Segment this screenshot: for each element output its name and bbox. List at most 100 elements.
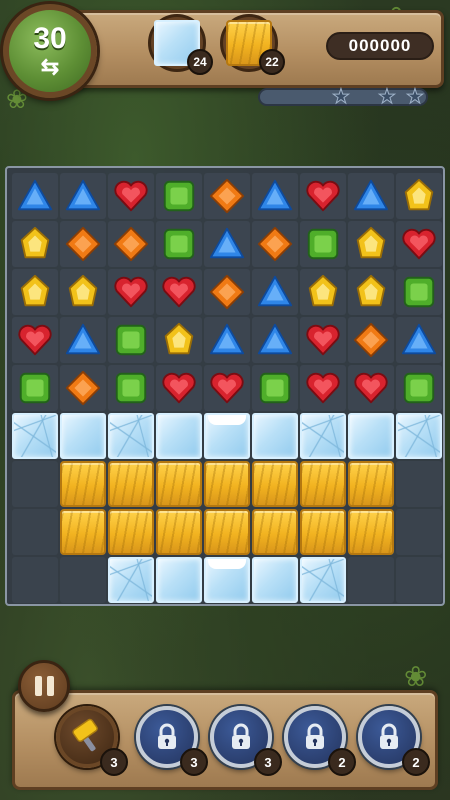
- board-cell[interactable]: [396, 221, 442, 267]
- board-cell[interactable]: [108, 221, 154, 267]
- board-cell[interactable]: [300, 461, 346, 507]
- board-cell[interactable]: [60, 317, 106, 363]
- board-cell[interactable]: [204, 365, 250, 411]
- board-cell[interactable]: [156, 221, 202, 267]
- board-cell[interactable]: [204, 269, 250, 315]
- lock-icon: [158, 723, 176, 749]
- booster-locked-4[interactable]: 2: [284, 706, 356, 776]
- board-cell[interactable]: [204, 173, 250, 219]
- board-cell[interactable]: [60, 173, 106, 219]
- booster-locked-3[interactable]: 3: [210, 706, 282, 776]
- wood-block-tile: [252, 461, 298, 507]
- board-cell[interactable]: [300, 557, 346, 603]
- board-cell[interactable]: [348, 365, 394, 411]
- board-cell[interactable]: [156, 557, 202, 603]
- board-cell[interactable]: [60, 461, 106, 507]
- board-cell[interactable]: [396, 317, 442, 363]
- wood-block-tile: [156, 461, 202, 507]
- board-cell[interactable]: [156, 365, 202, 411]
- board-cell[interactable]: [252, 269, 298, 315]
- board-cell[interactable]: [156, 509, 202, 555]
- board-cell: [12, 509, 58, 555]
- board-cell[interactable]: [12, 413, 58, 459]
- board-cell[interactable]: [108, 365, 154, 411]
- board-cell[interactable]: [300, 173, 346, 219]
- green-square-gem-icon: [307, 228, 339, 260]
- board-cell[interactable]: [12, 365, 58, 411]
- board-cell[interactable]: [204, 317, 250, 363]
- yellow-drop-gem-icon: [20, 226, 50, 259]
- board-cell[interactable]: [108, 317, 154, 363]
- board-cell[interactable]: [156, 317, 202, 363]
- board-cell[interactable]: [300, 221, 346, 267]
- board-cell[interactable]: [108, 413, 154, 459]
- board-cell[interactable]: [300, 509, 346, 555]
- board-cell[interactable]: [156, 413, 202, 459]
- board-cell[interactable]: [252, 557, 298, 603]
- board-cell[interactable]: [156, 173, 202, 219]
- board-cell[interactable]: [156, 461, 202, 507]
- board-cell[interactable]: [108, 173, 154, 219]
- ice-block-tile: [348, 413, 394, 459]
- board-cell[interactable]: [348, 269, 394, 315]
- board-cell[interactable]: [12, 221, 58, 267]
- board-cell[interactable]: [60, 509, 106, 555]
- board-cell[interactable]: [348, 413, 394, 459]
- board-cell[interactable]: [108, 461, 154, 507]
- green-square-gem-icon: [403, 276, 435, 308]
- board-cell[interactable]: [348, 173, 394, 219]
- orange-diamond-gem-icon: [257, 226, 293, 262]
- board-cell[interactable]: [252, 509, 298, 555]
- board-cell[interactable]: [60, 269, 106, 315]
- board-cell[interactable]: [300, 365, 346, 411]
- board-cell[interactable]: [396, 173, 442, 219]
- vine-decoration-icon: ❀: [404, 661, 428, 692]
- booster-locked-5[interactable]: 2: [358, 706, 430, 776]
- board-cell[interactable]: [12, 269, 58, 315]
- red-heart-gem-icon: [162, 276, 196, 308]
- board-cell[interactable]: [108, 557, 154, 603]
- board-cell[interactable]: [348, 317, 394, 363]
- board-cell[interactable]: [252, 413, 298, 459]
- board-cell[interactable]: [12, 317, 58, 363]
- moves-counter: 30 ⇆: [3, 4, 97, 98]
- board-cell[interactable]: [252, 221, 298, 267]
- booster-hammer[interactable]: 3: [56, 706, 128, 776]
- board-cell[interactable]: [108, 269, 154, 315]
- board-cell[interactable]: [252, 173, 298, 219]
- board-cell[interactable]: [348, 461, 394, 507]
- board-cell[interactable]: [60, 221, 106, 267]
- board-cell: [60, 557, 106, 603]
- hammer-icon: [72, 718, 98, 752]
- board-cell[interactable]: [300, 413, 346, 459]
- board-cell[interactable]: [252, 317, 298, 363]
- board-cell[interactable]: [204, 221, 250, 267]
- board-cell[interactable]: [252, 365, 298, 411]
- board-cell[interactable]: [396, 365, 442, 411]
- board-cell[interactable]: [252, 461, 298, 507]
- board-cell[interactable]: [108, 509, 154, 555]
- wood-block-tile: [252, 509, 298, 555]
- board-cell[interactable]: [60, 413, 106, 459]
- board-cell[interactable]: [60, 365, 106, 411]
- yellow-drop-gem-icon: [356, 274, 386, 307]
- board-cell[interactable]: [300, 317, 346, 363]
- board-cell[interactable]: [204, 413, 250, 459]
- board-cell[interactable]: [12, 173, 58, 219]
- ice-block-tile: [156, 413, 202, 459]
- pause-button[interactable]: [18, 660, 70, 712]
- board-cell[interactable]: [156, 269, 202, 315]
- board-cell[interactable]: [204, 509, 250, 555]
- board-cell[interactable]: [348, 509, 394, 555]
- yellow-drop-gem-icon: [356, 226, 386, 259]
- board-cell[interactable]: [396, 413, 442, 459]
- orange-diamond-gem-icon: [353, 322, 389, 358]
- board-cell[interactable]: [396, 269, 442, 315]
- board-cell[interactable]: [204, 557, 250, 603]
- board-cell[interactable]: [348, 221, 394, 267]
- board-cell[interactable]: [204, 461, 250, 507]
- wood-block-tile: [156, 509, 202, 555]
- board-cell[interactable]: [300, 269, 346, 315]
- green-square-gem-icon: [19, 372, 51, 404]
- booster-locked-2[interactable]: 3: [136, 706, 208, 776]
